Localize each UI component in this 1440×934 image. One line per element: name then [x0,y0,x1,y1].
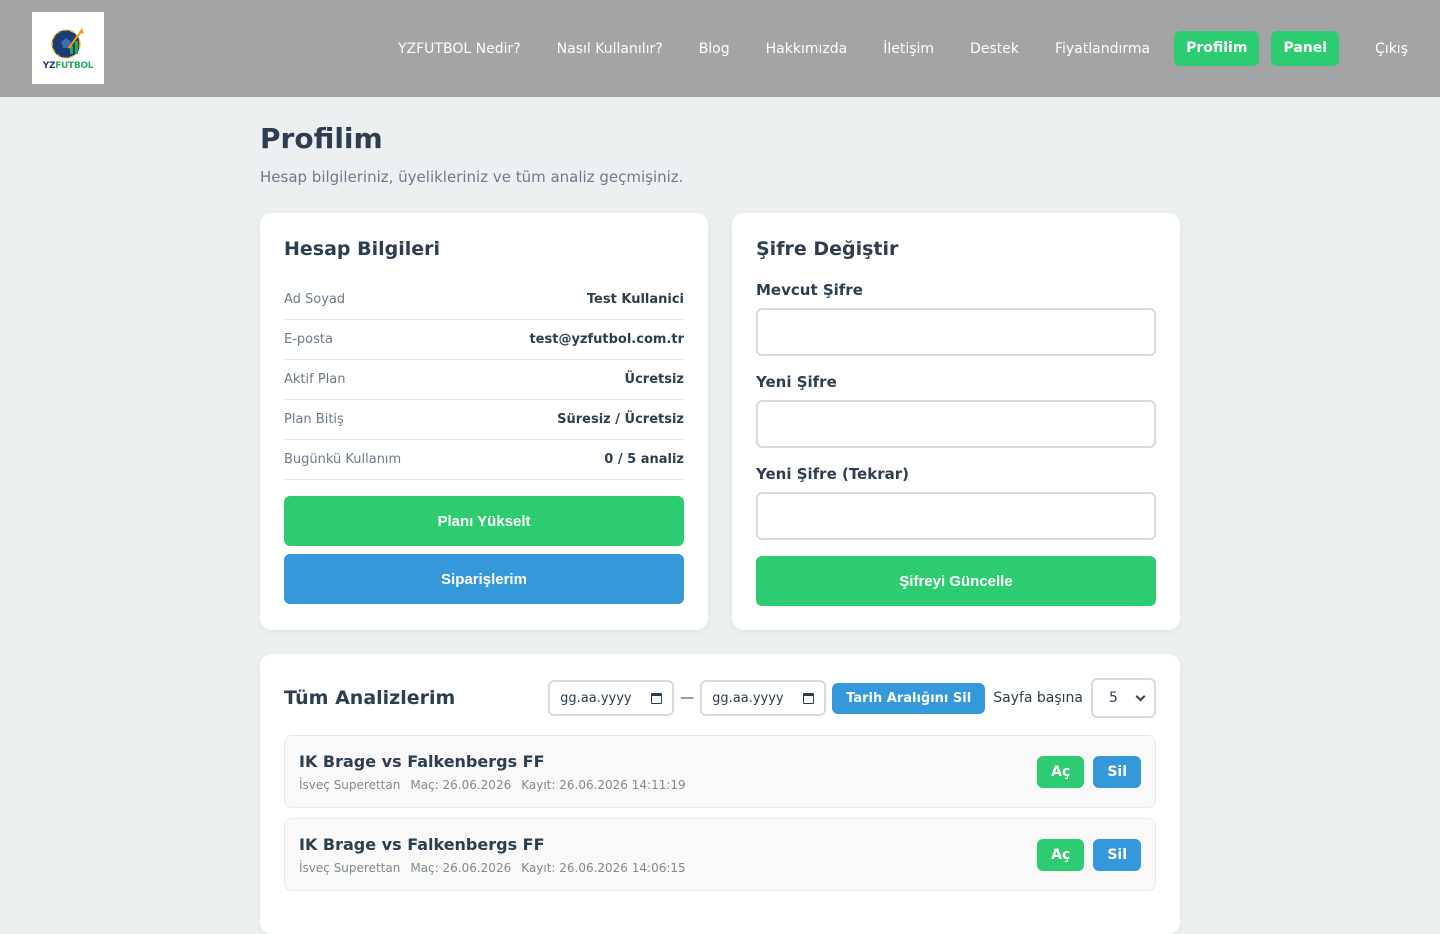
nav-panel-button[interactable]: Panel [1271,31,1340,66]
account-card-title: Hesap Bilgileri [284,238,441,260]
analysis-saved-date: Kayıt: 26.06.2026 14:06:15 [521,861,686,875]
nav-how-to-use[interactable]: Nasıl Kullanılır? [557,41,663,57]
analysis-list-item: IK Brage vs Falkenbergs FF İsveç Superet… [284,735,1156,808]
nav-support[interactable]: Destek [970,41,1019,57]
analysis-list-item: IK Brage vs Falkenbergs FF İsveç Superet… [284,818,1156,891]
all-analyses-card: Tüm Analizlerim gg.aa.yyyy — gg.aa.yyyy … [260,654,1180,934]
analysis-meta: İsveç Superettan Maç: 26.06.2026 Kayıt: … [299,861,696,875]
current-password-label: Mevcut Şifre [756,281,863,299]
nav-pricing[interactable]: Fiyatlandırma [1055,41,1150,57]
nav-logout[interactable]: Çıkış [1375,41,1408,57]
password-card-title: Şifre Değiştir [756,238,899,260]
analysis-league: İsveç Superettan [299,778,401,792]
analysis-title: IK Brage vs Falkenbergs FF [299,752,545,771]
analysis-league: İsveç Superettan [299,861,401,875]
per-page-label: Sayfa başına [993,690,1083,706]
analyses-card-title: Tüm Analizlerim [284,687,456,709]
delete-analysis-button[interactable]: Sil [1093,756,1141,788]
info-row-active-plan: Aktif Plan Ücretsiz [284,360,684,400]
upgrade-plan-button[interactable]: Planı Yükselt [284,496,684,546]
date-to-input[interactable]: gg.aa.yyyy [700,680,827,716]
analysis-meta: İsveç Superettan Maç: 26.06.2026 Kayıt: … [299,778,696,792]
calendar-icon[interactable] [651,692,663,704]
analysis-actions: Aç Sil [1028,756,1141,788]
open-analysis-button[interactable]: Aç [1037,839,1085,871]
top-navbar: YZFUTBOL YZFUTBOL Nedir? Nasıl Kullanılı… [0,0,1440,97]
info-row-email: E-posta test@yzfutbol.com.tr [284,320,684,360]
new-password-label: Yeni Şifre [756,373,837,391]
analysis-match-date: Maç: 26.06.2026 [410,861,512,875]
analysis-saved-date: Kayıt: 26.06.2026 14:11:19 [521,778,686,792]
site-logo[interactable]: YZFUTBOL [32,12,104,84]
new-password-input[interactable] [756,400,1156,448]
analyses-filter-toolbar: gg.aa.yyyy — gg.aa.yyyy Tarih Aralığını … [548,678,1156,718]
change-password-card: Şifre Değiştir Mevcut Şifre Yeni Şifre Y… [732,213,1180,630]
nav-about-us[interactable]: Hakkımızda [766,41,848,57]
nav-profile-button[interactable]: Profilim [1174,31,1260,66]
repeat-password-label: Yeni Şifre (Tekrar) [756,465,909,483]
per-page-select[interactable]: 5 [1091,678,1156,718]
soccer-ball-logo-icon [51,27,84,59]
chevron-down-icon [1135,691,1146,701]
analysis-match-date: Maç: 26.06.2026 [410,778,512,792]
update-password-button[interactable]: Şifreyi Güncelle [756,556,1156,606]
logo-text: YZFUTBOL [42,60,94,71]
page-title: Profilim [260,122,383,155]
page-subtitle: Hesap bilgileriniz, üyelikleriniz ve tüm… [260,168,684,186]
date-from-input[interactable]: gg.aa.yyyy [548,680,675,716]
my-orders-button[interactable]: Siparişlerim [284,554,684,604]
info-row-daily-usage: Bugünkü Kullanım 0 / 5 analiz [284,440,684,480]
delete-analysis-button[interactable]: Sil [1093,839,1141,871]
analysis-actions: Aç Sil [1028,839,1141,871]
nav-contact[interactable]: İletişim [883,41,934,57]
info-row-plan-end: Plan Bitiş Süresiz / Ücretsiz [284,400,684,440]
account-info-card: Hesap Bilgileri Ad Soyad Test Kullanici … [260,213,708,630]
clear-date-range-button[interactable]: Tarih Aralığını Sil [832,682,986,714]
analysis-title: IK Brage vs Falkenbergs FF [299,835,545,854]
calendar-icon[interactable] [803,692,815,704]
nav-about-yzfutbol[interactable]: YZFUTBOL Nedir? [398,41,521,57]
nav-blog[interactable]: Blog [699,41,730,57]
current-password-input[interactable] [756,308,1156,356]
open-analysis-button[interactable]: Aç [1037,756,1085,788]
date-range-separator: — [680,690,695,706]
repeat-password-input[interactable] [756,492,1156,540]
info-row-name: Ad Soyad Test Kullanici [284,280,684,320]
main-nav: YZFUTBOL Nedir? Nasıl Kullanılır? Blog H… [362,31,1408,66]
